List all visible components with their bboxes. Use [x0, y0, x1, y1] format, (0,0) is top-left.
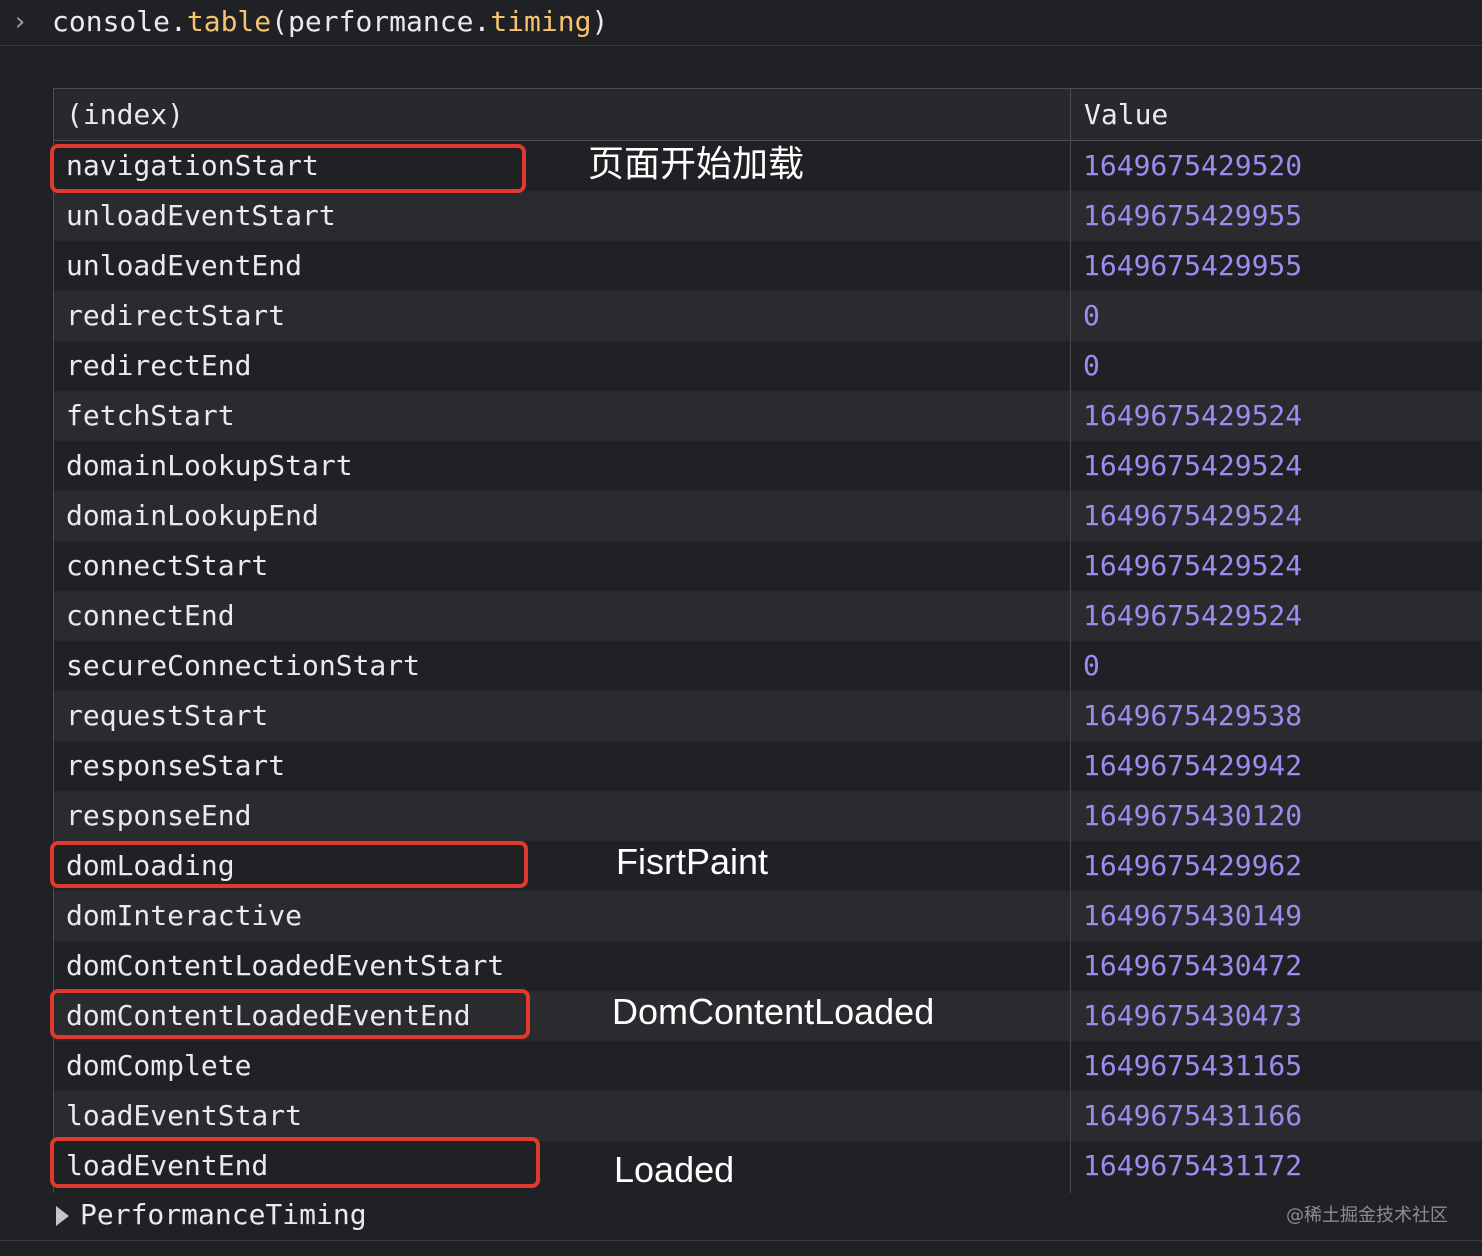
table-row[interactable]: connectStart 1649675429524	[54, 541, 1482, 591]
row-value: 0	[1083, 649, 1100, 682]
object-label[interactable]: PerformanceTiming	[80, 1193, 367, 1237]
console-object-line: PerformanceTiming @稀土掘金技术社区	[0, 1193, 1482, 1241]
row-key: unloadEventStart	[66, 199, 336, 232]
row-value: 1649675429955	[1083, 249, 1303, 282]
row-key: domContentLoadedEventStart	[66, 949, 505, 982]
row-key: domainLookupEnd	[66, 499, 319, 532]
console-input-line: › console.table(performance.timing)	[0, 0, 1482, 46]
table-row[interactable]: unloadEventStart 1649675429955	[54, 191, 1482, 241]
row-key: connectStart	[66, 549, 269, 582]
highlight-navigation-start	[50, 144, 526, 193]
row-value: 1649675429538	[1083, 699, 1303, 732]
annotation-dom-content-loaded: DomContentLoaded	[612, 991, 935, 1032]
command-open: (performance.	[271, 5, 491, 38]
annotation-loaded: Loaded	[614, 1149, 735, 1190]
command-method: table	[186, 5, 272, 38]
table-row[interactable]: responseEnd 1649675430120	[54, 791, 1482, 841]
table-row[interactable]: loadEventStart 1649675431166	[54, 1091, 1482, 1141]
table-row[interactable]: requestStart 1649675429538	[54, 691, 1482, 741]
column-header-value[interactable]: Value	[1084, 89, 1168, 141]
row-value: 1649675429962	[1083, 849, 1303, 882]
row-value: 1649675429955	[1083, 199, 1303, 232]
console-command[interactable]: console.table(performance.timing)	[52, 2, 608, 42]
highlight-dom-loading	[50, 841, 528, 888]
command-close: )	[591, 5, 609, 38]
row-value: 1649675430472	[1083, 949, 1303, 982]
table-row[interactable]: domainLookupEnd 1649675429524	[54, 491, 1482, 541]
row-value: 1649675429524	[1083, 399, 1303, 432]
table-row[interactable]: connectEnd 1649675429524	[54, 591, 1482, 641]
row-key: domComplete	[66, 1049, 252, 1082]
table-row[interactable]: secureConnectionStart 0	[54, 641, 1482, 691]
command-prop: timing	[490, 5, 592, 38]
table-row[interactable]: domComplete 1649675431165	[54, 1041, 1482, 1091]
table-row[interactable]: domInteractive 1649675430149	[54, 891, 1482, 941]
column-divider	[1070, 89, 1071, 1193]
annotation-page-start-load: 页面开始加载	[588, 143, 805, 184]
row-key: fetchStart	[66, 399, 235, 432]
highlight-load-event-end	[50, 1137, 540, 1188]
watermark: @稀土掘金技术社区	[1286, 1205, 1448, 1226]
table-row[interactable]: responseStart 1649675429942	[54, 741, 1482, 791]
row-value: 1649675430149	[1083, 899, 1303, 932]
chevron-right-icon: ›	[12, 7, 28, 37]
row-key: secureConnectionStart	[66, 649, 421, 682]
row-key: unloadEventEnd	[66, 249, 303, 282]
row-value: 1649675429524	[1083, 549, 1303, 582]
table-row[interactable]: redirectStart 0	[54, 291, 1482, 341]
row-key: redirectStart	[66, 299, 286, 332]
row-value: 0	[1083, 349, 1100, 382]
column-header-index[interactable]: (index)	[66, 89, 184, 141]
table-row[interactable]: domContentLoadedEventStart 1649675430472	[54, 941, 1482, 991]
table-header: (index) Value	[54, 89, 1482, 141]
row-value: 1649675430120	[1083, 799, 1303, 832]
row-value: 1649675429942	[1083, 749, 1303, 782]
row-key: redirectEnd	[66, 349, 252, 382]
row-key: domInteractive	[66, 899, 303, 932]
row-key: loadEventStart	[66, 1099, 303, 1132]
row-value: 1649675429524	[1083, 599, 1303, 632]
table-row[interactable]: redirectEnd 0	[54, 341, 1482, 391]
row-value: 0	[1083, 299, 1100, 332]
highlight-dom-content-loaded-event-end	[50, 989, 530, 1039]
command-prefix: console.	[52, 5, 187, 38]
row-value: 1649675430473	[1083, 999, 1303, 1032]
row-key: responseStart	[66, 749, 286, 782]
row-value: 1649675429520	[1083, 149, 1303, 182]
annotation-first-paint: FisrtPaint	[616, 841, 769, 882]
row-value: 1649675429524	[1083, 449, 1303, 482]
triangle-right-icon[interactable]	[56, 1206, 69, 1226]
row-value: 1649675431172	[1083, 1149, 1303, 1182]
table-row[interactable]: domainLookupStart 1649675429524	[54, 441, 1482, 491]
table-row[interactable]: unloadEventEnd 1649675429955	[54, 241, 1482, 291]
row-key: connectEnd	[66, 599, 235, 632]
row-value: 1649675431166	[1083, 1099, 1303, 1132]
table-row[interactable]: fetchStart 1649675429524	[54, 391, 1482, 441]
row-value: 1649675429524	[1083, 499, 1303, 532]
row-key: requestStart	[66, 699, 269, 732]
row-key: responseEnd	[66, 799, 252, 832]
row-value: 1649675431165	[1083, 1049, 1303, 1082]
row-key: domainLookupStart	[66, 449, 353, 482]
